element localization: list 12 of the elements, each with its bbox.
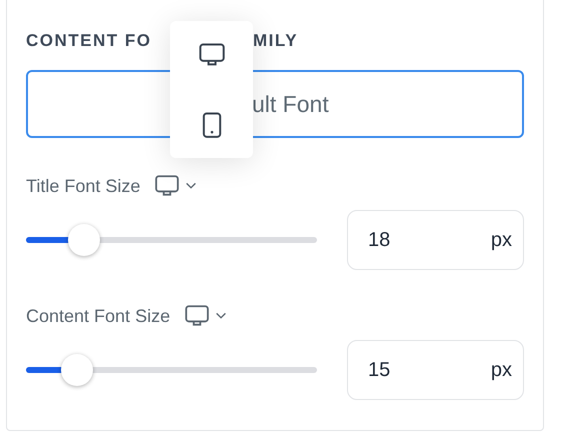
unit-label: px: [490, 358, 512, 382]
slider-thumb[interactable]: [60, 354, 93, 386]
unit-label: px: [490, 228, 512, 252]
section-heading: CONTENT FO: [26, 31, 152, 51]
section-heading: MILY: [253, 31, 298, 51]
field-label: Content Font Size: [26, 306, 170, 326]
slider[interactable]: [26, 224, 317, 256]
monitor-icon[interactable]: [154, 174, 180, 198]
field-label: Title Font Size: [26, 176, 140, 196]
slider[interactable]: [26, 354, 317, 386]
slider-thumb[interactable]: [68, 224, 100, 256]
monitor-icon[interactable]: [184, 304, 210, 328]
